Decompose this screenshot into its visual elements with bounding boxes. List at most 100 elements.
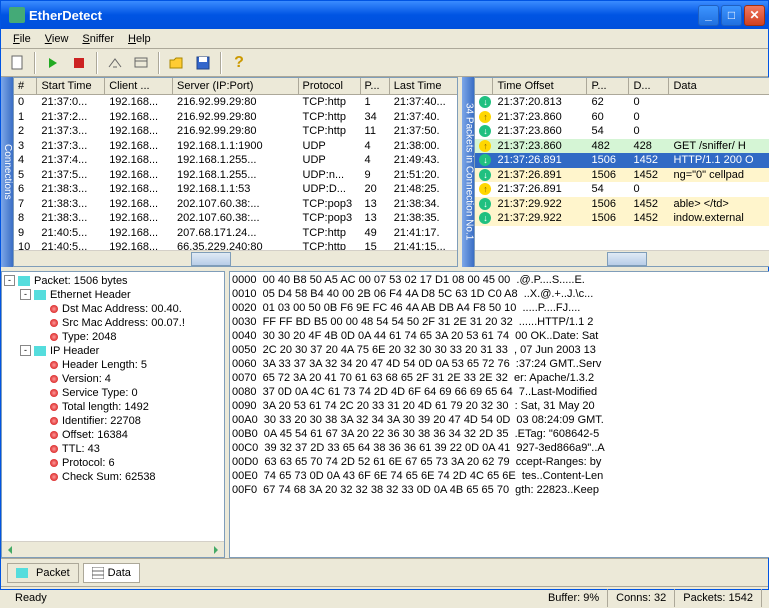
hex-row[interactable]: 0070 65 72 3A 20 41 70 61 63 68 65 2F 31… [232, 372, 769, 386]
tree-node[interactable]: Check Sum: 62538 [4, 470, 222, 484]
status-conns: Conns: 32 [608, 589, 675, 607]
table-row[interactable]: 521:37:5...192.168...192.168.1.255...UDP… [14, 168, 457, 183]
arrow-down-icon: ↓ [479, 212, 491, 224]
help-button[interactable]: ? [227, 51, 251, 75]
packet-tree[interactable]: -Packet: 1506 bytes-Ethernet HeaderDst M… [2, 272, 224, 541]
tab-packet[interactable]: Packet [7, 563, 79, 583]
table-row[interactable]: ↓21:37:26.89115061452HTTP/1.1 200 O [475, 153, 769, 168]
hex-row[interactable]: 00B0 0A 45 54 61 67 3A 20 22 36 30 38 36… [232, 428, 769, 442]
table-row[interactable]: ↑21:37:23.860482428GET /sniffer/ H [475, 139, 769, 154]
hex-row[interactable]: 00E0 74 65 73 0D 0A 43 6F 6E 74 65 6E 74… [232, 470, 769, 484]
tree-node[interactable]: Identifier: 22708 [4, 414, 222, 428]
table-row[interactable]: ↓21:37:29.92215061452able> </td> [475, 197, 769, 212]
menu-sniffer[interactable]: Sniffer [76, 31, 120, 47]
hex-row[interactable]: 0030 FF FF BD B5 00 00 48 54 54 50 2F 31… [232, 316, 769, 330]
table-row[interactable]: 321:37:3...192.168...192.168.1.1:1900UDP… [14, 139, 457, 154]
arrow-down-icon: ↓ [479, 154, 491, 166]
tree-node[interactable]: Src Mac Address: 00.07.! [4, 316, 222, 330]
conn-col-2[interactable]: Client ... [105, 78, 173, 94]
pkt-col-3[interactable]: D... [629, 78, 669, 94]
table-row[interactable]: ↑21:37:26.891540 [475, 182, 769, 197]
table-row[interactable]: 421:37:4...192.168...192.168.1.255...UDP… [14, 153, 457, 168]
tree-node[interactable]: Service Type: 0 [4, 386, 222, 400]
app-icon [9, 7, 25, 23]
adapter-button[interactable] [103, 51, 127, 75]
tab-data[interactable]: Data [83, 563, 140, 583]
table-row[interactable]: ↓21:37:23.860540 [475, 124, 769, 139]
tree-node[interactable]: Offset: 16384 [4, 428, 222, 442]
status-packets: Packets: 1542 [675, 589, 762, 607]
table-row[interactable]: ↓21:37:29.92215061452indow.external [475, 211, 769, 226]
statusbar: Ready Buffer: 9% Conns: 32 Packets: 1542 [1, 586, 768, 608]
tree-node[interactable]: Header Length: 5 [4, 358, 222, 372]
tree-node[interactable]: Dst Mac Address: 00.40. [4, 302, 222, 316]
open-button[interactable] [165, 51, 189, 75]
tree-node[interactable]: Type: 2048 [4, 330, 222, 344]
conn-col-3[interactable]: Server (IP:Port) [173, 78, 299, 94]
table-row[interactable]: ↓21:37:26.89115061452ng="0" cellpad [475, 168, 769, 183]
table-row[interactable]: 821:38:3...192.168...202.107.60.38:...TC… [14, 211, 457, 226]
close-button[interactable]: ✕ [744, 5, 765, 26]
pkt-col-1[interactable]: Time Offset [493, 78, 587, 94]
hex-row[interactable]: 0050 2C 20 30 37 20 4A 75 6E 20 32 30 30… [232, 344, 769, 358]
table-row[interactable]: ↓21:37:20.813620 [475, 95, 769, 110]
table-row[interactable]: 721:38:3...192.168...202.107.60.38:...TC… [14, 197, 457, 212]
arrow-down-icon: ↓ [479, 125, 491, 137]
conn-col-0[interactable]: # [14, 78, 37, 94]
tree-node[interactable]: -Ethernet Header [4, 288, 222, 302]
connections-hscroll[interactable] [14, 250, 457, 266]
hex-view[interactable]: 0000 00 40 B8 50 A5 AC 00 07 53 02 17 D1… [230, 272, 769, 557]
packets-body[interactable]: ↓21:37:20.813620↑21:37:23.860600↓21:37:2… [475, 95, 769, 250]
conn-col-4[interactable]: Protocol [299, 78, 361, 94]
connections-header: #Start TimeClient ...Server (IP:Port)Pro… [14, 78, 457, 95]
tree-node[interactable]: Total length: 1492 [4, 400, 222, 414]
save-button[interactable] [191, 51, 215, 75]
hex-row[interactable]: 0060 3A 33 37 3A 32 34 20 47 4D 54 0D 0A… [232, 358, 769, 372]
connections-body[interactable]: 021:37:0...192.168...216.92.99.29:80TCP:… [14, 95, 457, 250]
minimize-button[interactable]: _ [698, 5, 719, 26]
hex-row[interactable]: 00D0 63 63 65 70 74 2D 52 61 6E 67 65 73… [232, 456, 769, 470]
play-button[interactable] [41, 51, 65, 75]
hex-row[interactable]: 0000 00 40 B8 50 A5 AC 00 07 53 02 17 D1… [232, 274, 769, 288]
menu-help[interactable]: Help [122, 31, 157, 47]
hex-row[interactable]: 0040 30 30 20 4F 4B 0D 0A 44 61 74 65 3A… [232, 330, 769, 344]
table-row[interactable]: 021:37:0...192.168...216.92.99.29:80TCP:… [14, 95, 457, 110]
tree-node[interactable]: -IP Header [4, 344, 222, 358]
new-button[interactable] [5, 51, 29, 75]
menu-file[interactable]: File [7, 31, 37, 47]
expand-icon[interactable]: - [4, 275, 15, 286]
table-row[interactable]: 221:37:3...192.168...216.92.99.29:80TCP:… [14, 124, 457, 139]
tree-node[interactable]: TTL: 43 [4, 442, 222, 456]
hex-row[interactable]: 00F0 67 74 68 3A 20 32 32 38 32 33 0D 0A… [232, 484, 769, 498]
filter-button[interactable] [129, 51, 153, 75]
conn-col-1[interactable]: Start Time [37, 78, 105, 94]
pkt-col-0[interactable] [475, 78, 493, 94]
tree-hscroll[interactable] [2, 541, 224, 557]
pkt-col-4[interactable]: Data [669, 78, 769, 94]
table-row[interactable]: 1021:40:5...192.168...66.35.229.240:80TC… [14, 240, 457, 250]
hex-row[interactable]: 00A0 30 33 20 30 38 3A 32 34 3A 30 39 20… [232, 414, 769, 428]
conn-col-6[interactable]: Last Time [390, 78, 458, 94]
hex-row[interactable]: 0090 3A 20 53 61 74 2C 20 33 31 20 4D 61… [232, 400, 769, 414]
packets-hscroll[interactable] [475, 250, 769, 266]
maximize-button[interactable]: □ [721, 5, 742, 26]
table-row[interactable]: 621:38:3...192.168...192.168.1.1:53UDP:D… [14, 182, 457, 197]
pkt-col-2[interactable]: P... [587, 78, 629, 94]
hex-row[interactable]: 00C0 39 32 37 2D 33 65 64 38 36 36 61 39… [232, 442, 769, 456]
hex-row[interactable]: 0010 05 D4 58 B4 40 00 2B 06 F4 4A D8 5C… [232, 288, 769, 302]
table-row[interactable]: ↑21:37:23.860600 [475, 110, 769, 125]
tree-node[interactable]: Version: 4 [4, 372, 222, 386]
table-row[interactable]: 121:37:2...192.168...216.92.99.29:80TCP:… [14, 110, 457, 125]
hex-row[interactable]: 0080 37 0D 0A 4C 61 73 74 2D 4D 6F 64 69… [232, 386, 769, 400]
tree-node[interactable]: Protocol: 6 [4, 456, 222, 470]
arrow-down-icon: ↓ [479, 198, 491, 210]
hex-row[interactable]: 0020 01 03 00 50 0B F6 9E FC 46 4A AB DB… [232, 302, 769, 316]
table-row[interactable]: 921:40:5...192.168...207.68.171.24...TCP… [14, 226, 457, 241]
expand-icon[interactable]: - [20, 345, 31, 356]
packets-band: 34 Packets in Connection No.1 [462, 77, 474, 267]
expand-icon[interactable]: - [20, 289, 31, 300]
conn-col-5[interactable]: P... [361, 78, 390, 94]
tree-node[interactable]: -Packet: 1506 bytes [4, 274, 222, 288]
stop-button[interactable] [67, 51, 91, 75]
menu-view[interactable]: View [39, 31, 75, 47]
